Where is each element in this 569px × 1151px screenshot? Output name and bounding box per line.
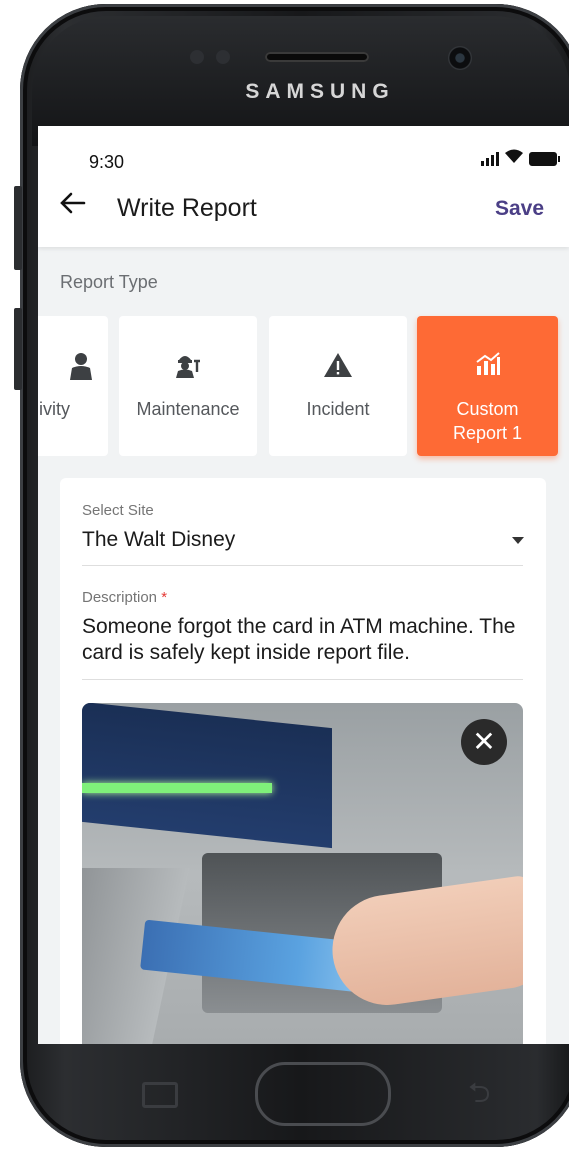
front-camera (448, 46, 472, 70)
power-button[interactable] (14, 308, 22, 390)
site-field-label: Select Site (82, 502, 154, 519)
description-divider (82, 679, 523, 680)
report-type-label-custom: Custom Report 1 (452, 399, 523, 443)
back-key[interactable]: ⮌ (468, 1072, 490, 1120)
site-divider (82, 565, 523, 566)
page-title: Write Report (117, 194, 257, 222)
report-type-label-maintenance: Maintenance (136, 399, 240, 419)
report-form-card: Select Site The Walt Disney Description … (60, 478, 546, 1044)
report-type-label-activity: ivity (39, 399, 70, 419)
proximity-sensor (190, 50, 204, 64)
volume-button[interactable] (14, 186, 22, 270)
report-type-label: Report Type (60, 272, 158, 292)
signal-icon (481, 152, 499, 166)
dropdown-arrow-icon[interactable] (512, 537, 524, 544)
attachment-photo[interactable]: ✕ (82, 703, 523, 1044)
recent-apps-key[interactable] (142, 1082, 178, 1108)
description-label-text: Description (82, 589, 158, 606)
description-field-label: Description * (82, 589, 167, 606)
description-field[interactable]: Someone forgot the card in ATM machine. … (82, 614, 527, 666)
home-button[interactable] (255, 1062, 391, 1126)
earpiece-speaker (265, 52, 369, 62)
light-sensor (216, 50, 230, 64)
battery-icon (529, 152, 560, 166)
atm-screen (82, 703, 332, 849)
required-mark: * (161, 589, 168, 606)
report-type-custom-report-1[interactable]: Custom Report 1 (417, 316, 558, 456)
arrow-left-icon[interactable] (60, 190, 86, 220)
chart-icon (417, 352, 558, 383)
close-icon[interactable]: ✕ (461, 719, 507, 765)
status-icons (481, 148, 560, 166)
brand-logo: SAMSUNG (245, 80, 395, 103)
site-select[interactable]: The Walt Disney (82, 527, 235, 553)
status-time: 9:30 (89, 152, 125, 172)
worker-icon (119, 352, 257, 385)
report-type-activity[interactable]: ivity (38, 316, 108, 456)
report-type-incident[interactable]: Incident (269, 316, 407, 456)
guard-icon (38, 352, 108, 387)
warning-icon (269, 352, 407, 385)
report-type-label-incident: Incident (306, 399, 370, 419)
phone-screen: 9:30 Write Report Save Report Type ivity… (38, 126, 569, 1044)
report-type-maintenance[interactable]: Maintenance (119, 316, 257, 456)
wifi-icon (504, 148, 524, 166)
save-button[interactable]: Save (495, 197, 544, 221)
atm-card-slot-light (82, 783, 272, 793)
app-bar: 9:30 Write Report Save (38, 126, 569, 247)
